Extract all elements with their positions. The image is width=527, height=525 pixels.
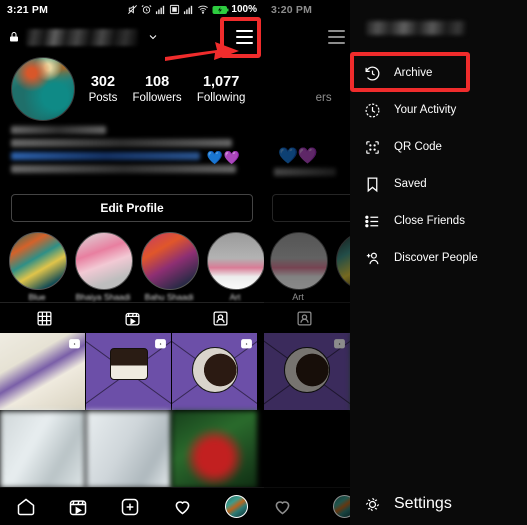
menu-item-your-activity[interactable]: Your Activity	[350, 94, 527, 126]
username-text-blurred	[26, 28, 138, 46]
phone-screen-left: 3:21 PM 100% 302 Posts 108 Followers 1,0…	[0, 0, 264, 525]
bookmark-icon	[367, 176, 378, 192]
list-icon	[365, 215, 379, 227]
panel-scrim[interactable]	[264, 0, 350, 525]
bio-line	[11, 139, 232, 147]
menu-item-qr-code[interactable]: QR Code	[350, 131, 527, 163]
highlight-item[interactable]: Blue	[9, 232, 67, 302]
alarm-icon	[142, 5, 152, 14]
menu-item-label: QR Code	[394, 141, 442, 153]
bio-line	[11, 165, 236, 173]
highlight-label: Art	[229, 292, 241, 302]
post-invitation-card[interactable]	[0, 333, 85, 410]
stat-label: Posts	[88, 91, 118, 104]
highlight-label: Bhaiya Shaadi	[75, 292, 131, 302]
story-highlights-left: Blue Bhaiya Shaadi Bahu Shaadi Art Dandi	[0, 232, 264, 302]
chevron-down-icon[interactable]	[147, 31, 159, 43]
hamburger-menu-highlight-box	[220, 17, 261, 58]
post-envelope-moon[interactable]	[172, 333, 257, 410]
phone-screen-right: 3:20 PM 100% ers	[264, 0, 527, 525]
menu-item-label: Discover People	[394, 252, 478, 264]
tab-grid[interactable]	[0, 310, 88, 327]
bio-line	[11, 126, 106, 134]
post-blurred-room[interactable]	[0, 411, 85, 488]
stat-value: 108	[144, 73, 170, 90]
status-bar-time: 3:21 PM	[7, 3, 49, 16]
post-blurred-red-green[interactable]	[172, 411, 257, 488]
person-add-icon	[366, 252, 379, 264]
gear-icon	[365, 497, 380, 511]
mute-icon	[128, 5, 138, 14]
tab-tagged[interactable]	[176, 310, 264, 327]
tab-reels[interactable]	[88, 310, 176, 327]
video-badge-icon	[241, 339, 252, 349]
menu-item-discover-people[interactable]: Discover People	[350, 242, 527, 274]
battery-percent: 100%	[231, 4, 257, 15]
stat-label: Followers	[132, 91, 182, 104]
moon-graphic	[191, 346, 238, 393]
menu-item-saved[interactable]: Saved	[350, 168, 527, 200]
status-bar-icons: 100%	[127, 4, 257, 15]
menu-item-label: Settings	[394, 495, 452, 512]
screenshot-root: 3:21 PM 100% 302 Posts 108 Followers 1,0…	[0, 0, 527, 525]
highlight-item[interactable]: Bhaiya Shaadi	[75, 232, 133, 302]
bio-line-link	[11, 152, 200, 160]
bottom-nav-left	[0, 487, 264, 525]
qr-code-icon	[366, 140, 379, 154]
highlight-label: Blue	[28, 292, 46, 302]
wifi-icon	[198, 5, 209, 14]
profile-avatar-icon[interactable]	[225, 495, 248, 518]
highlight-item[interactable]: Bahu Shaadi	[141, 232, 199, 302]
grid-icon	[36, 310, 52, 326]
highlight-thumb	[9, 232, 67, 290]
edit-profile-button[interactable]: Edit Profile	[11, 194, 253, 222]
profile-summary-left: 302 Posts 108 Followers 1,077 Following	[0, 57, 264, 121]
profile-stats: 302 Posts 108 Followers 1,077 Following	[75, 73, 253, 106]
activity-heart-icon[interactable]	[172, 496, 193, 517]
stat-following[interactable]: 1,077 Following	[197, 73, 246, 106]
reels-icon	[124, 312, 140, 326]
menu-item-label: Saved	[394, 178, 427, 190]
video-badge-icon	[155, 339, 166, 349]
menu-item-settings[interactable]: Settings	[350, 488, 527, 520]
post-grid-left	[0, 333, 264, 488]
post-envelope-cake[interactable]	[86, 333, 171, 410]
highlight-thumb	[75, 232, 133, 290]
stat-followers[interactable]: 108 Followers	[132, 73, 181, 106]
add-post-icon[interactable]	[120, 497, 140, 517]
menu-item-label: Your Activity	[394, 104, 457, 116]
panel-header	[350, 0, 527, 55]
video-badge-icon	[69, 339, 80, 349]
battery-icon: 100%	[212, 4, 257, 15]
highlight-item[interactable]: Art	[207, 232, 264, 302]
lock-icon	[10, 32, 18, 42]
profile-bio-left: 💙💜	[11, 126, 240, 178]
highlight-thumb	[141, 232, 199, 290]
profile-tabs-left	[0, 302, 264, 333]
archive-item-highlight-box	[350, 52, 470, 92]
signal-icon	[184, 5, 193, 15]
bio-emoji: 💙💜	[206, 150, 241, 165]
tagged-icon	[212, 310, 228, 326]
stat-label: Following	[196, 91, 246, 104]
stat-value: 1,077	[202, 73, 240, 90]
menu-item-label: Close Friends	[394, 215, 465, 227]
panel-username-blurred	[366, 20, 466, 35]
stat-posts[interactable]: 302 Posts	[89, 73, 118, 106]
sim-icon	[170, 4, 180, 15]
post-blurred-doorway[interactable]	[86, 411, 171, 488]
reels-icon[interactable]	[68, 497, 88, 517]
cake-graphic	[109, 347, 148, 380]
highlight-thumb	[207, 232, 264, 290]
stat-value: 302	[90, 73, 116, 90]
highlight-label: Bahu Shaadi	[144, 292, 194, 302]
profile-avatar[interactable]	[11, 57, 75, 121]
menu-item-close-friends[interactable]: Close Friends	[350, 205, 527, 237]
home-icon[interactable]	[16, 497, 36, 517]
activity-clock-icon	[365, 103, 380, 117]
signal-icon	[156, 5, 165, 15]
